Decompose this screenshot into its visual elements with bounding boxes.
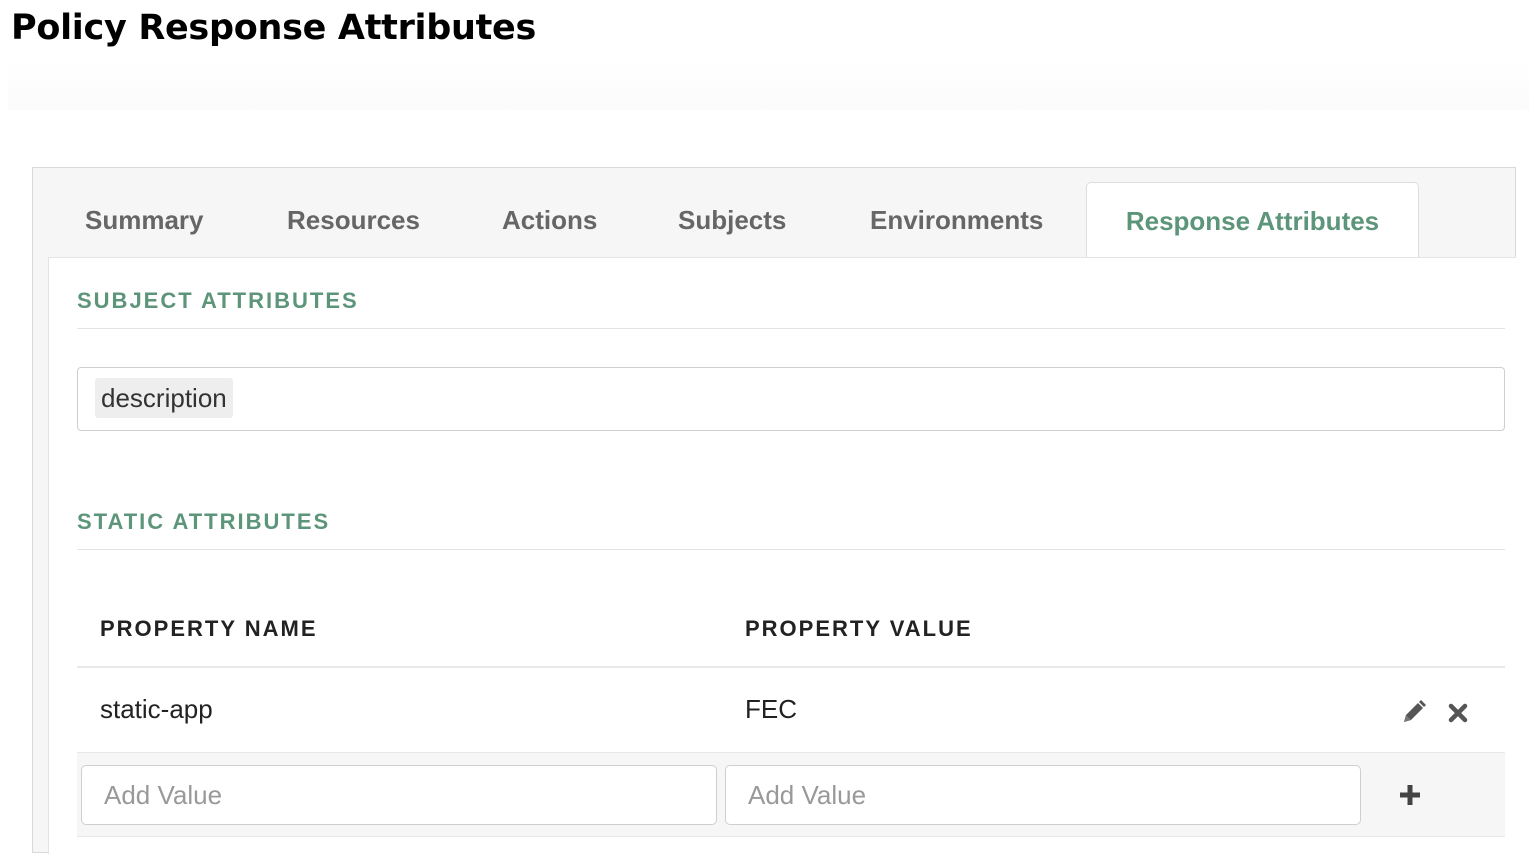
pencil-icon[interactable] xyxy=(1401,699,1427,730)
tab-response-attributes[interactable]: Response Attributes xyxy=(1086,182,1419,258)
subject-attributes-title: SUBJECT ATTRIBUTES xyxy=(77,288,359,313)
section-divider xyxy=(77,328,1505,329)
tab-summary[interactable]: Summary xyxy=(85,182,204,258)
tab-environments[interactable]: Environments xyxy=(870,182,1043,258)
tab-bar: Summary Resources Actions Subjects Envir… xyxy=(33,168,1515,258)
new-property-name-input[interactable] xyxy=(81,765,717,825)
property-value-cell: FEC xyxy=(745,694,797,724)
column-header-property-name: PROPERTY NAME xyxy=(100,616,318,641)
table-header-divider xyxy=(77,666,1505,668)
subject-attributes-input[interactable]: description xyxy=(77,367,1505,431)
close-icon[interactable] xyxy=(1447,702,1469,729)
section-divider xyxy=(77,549,1505,550)
attribute-tag[interactable]: description xyxy=(95,378,233,418)
plus-icon[interactable] xyxy=(1398,783,1422,812)
property-name-cell: static-app xyxy=(100,694,213,724)
column-header-property-value: PROPERTY VALUE xyxy=(745,616,973,641)
new-property-value-input[interactable] xyxy=(725,765,1361,825)
add-attribute-row xyxy=(77,752,1505,837)
tab-content: SUBJECT ATTRIBUTES description STATIC AT… xyxy=(48,257,1516,854)
page-title: Policy Response Attributes xyxy=(11,8,537,48)
heading-band xyxy=(8,60,1529,110)
policy-editor-panel: Summary Resources Actions Subjects Envir… xyxy=(32,167,1516,854)
tab-resources[interactable]: Resources xyxy=(287,182,420,258)
static-attributes-title: STATIC ATTRIBUTES xyxy=(77,509,331,534)
tab-actions[interactable]: Actions xyxy=(502,182,597,258)
tab-subjects[interactable]: Subjects xyxy=(678,182,786,258)
